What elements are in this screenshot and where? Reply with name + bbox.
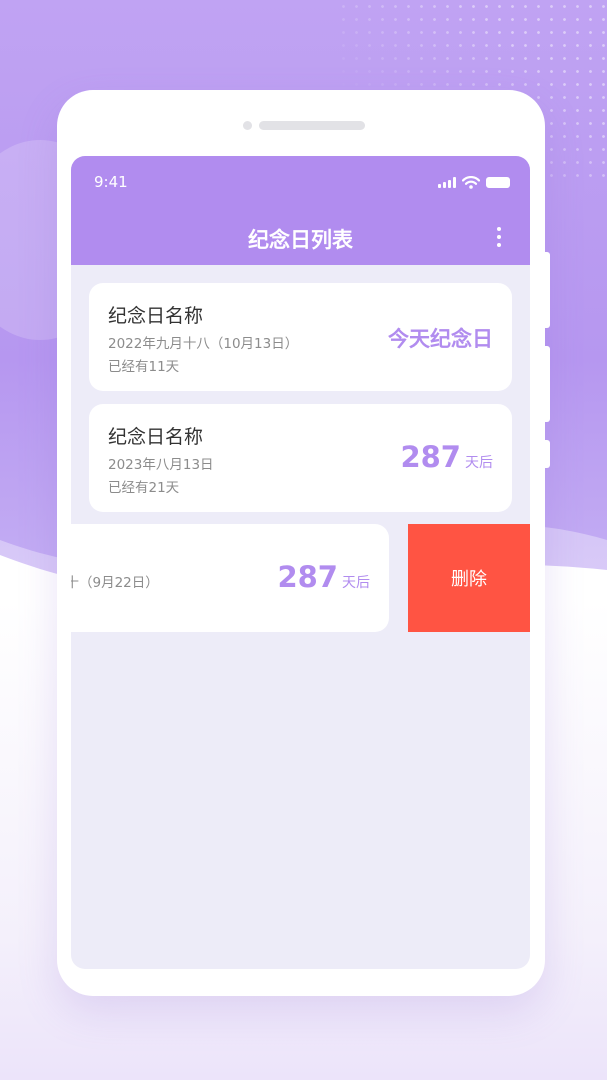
wifi-icon bbox=[462, 176, 480, 189]
days-elapsed: 已经有11天 bbox=[108, 359, 180, 375]
days-unit: 天后 bbox=[342, 575, 370, 591]
phone-camera bbox=[243, 121, 252, 130]
delete-button[interactable]: 删除 bbox=[408, 524, 530, 632]
battery-icon bbox=[486, 177, 510, 188]
anniversary-date: 初十（9月22日） bbox=[71, 575, 159, 591]
page-title: 纪念日列表 bbox=[248, 228, 353, 252]
days-count: 287 bbox=[400, 440, 461, 474]
status-icons bbox=[438, 176, 510, 189]
today-badge: 今天纪念日 bbox=[388, 327, 493, 351]
phone-frame: 9:41 纪念日列表 纪念日名称 2022年九月十八（10月13日） 已经有11… bbox=[57, 90, 550, 996]
phone-side-button bbox=[545, 440, 550, 468]
phone-speaker bbox=[259, 121, 365, 130]
days-elapsed: 已经有21天 bbox=[108, 480, 180, 496]
signal-icon bbox=[438, 177, 456, 188]
days-countdown: 287 天后 bbox=[277, 560, 370, 594]
app-header: 9:41 纪念日列表 bbox=[71, 156, 530, 265]
anniversary-date: 2022年九月十八（10月13日） bbox=[108, 336, 299, 352]
list-item-swiped[interactable]: 初十（9月22日） 287 天后 bbox=[71, 524, 389, 632]
anniversary-title: 纪念日名称 bbox=[108, 305, 204, 327]
list-item[interactable]: 纪念日名称 2022年九月十八（10月13日） 已经有11天 今天纪念日 bbox=[89, 283, 512, 391]
phone-side-button bbox=[545, 346, 550, 422]
days-count: 287 bbox=[277, 560, 338, 594]
status-time: 9:41 bbox=[94, 173, 128, 191]
more-options-icon[interactable] bbox=[496, 227, 502, 247]
app-screen: 9:41 纪念日列表 纪念日名称 2022年九月十八（10月13日） 已经有11… bbox=[71, 156, 530, 969]
phone-side-button bbox=[545, 252, 550, 328]
anniversary-date: 2023年八月13日 bbox=[108, 457, 214, 473]
list-item[interactable]: 纪念日名称 2023年八月13日 已经有21天 287 天后 bbox=[89, 404, 512, 512]
anniversary-title: 纪念日名称 bbox=[108, 426, 204, 448]
days-countdown: 287 天后 bbox=[400, 440, 493, 474]
days-unit: 天后 bbox=[465, 455, 493, 471]
